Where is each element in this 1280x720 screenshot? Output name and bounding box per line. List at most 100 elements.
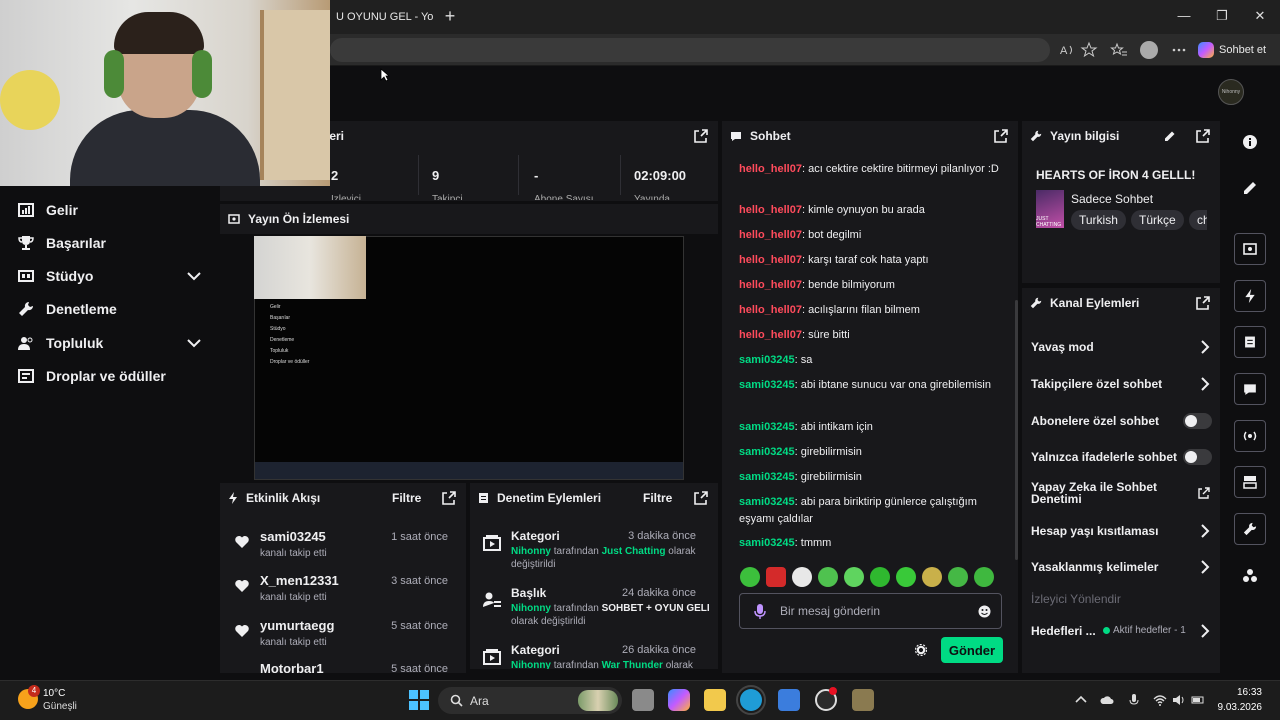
sidebar-item-studyo[interactable]: Stüdyo [18, 264, 204, 288]
info-icon[interactable] [1242, 134, 1258, 150]
emote-icon[interactable] [974, 567, 994, 587]
chevron-right-icon[interactable] [1198, 624, 1212, 638]
chat-message-input[interactable]: Bir mesaj gönderin [739, 593, 1002, 629]
emote-icon[interactable] [870, 567, 890, 587]
chat-username[interactable]: hello_hell07 [739, 329, 802, 341]
cloud-icon[interactable] [1100, 693, 1114, 707]
copilot-app-icon[interactable] [668, 689, 690, 711]
rail-broadcast-button[interactable] [1234, 420, 1266, 452]
send-message-button[interactable]: Gönder [941, 637, 1003, 663]
rail-mod-actions-button[interactable] [1234, 326, 1266, 358]
popout-icon[interactable] [1196, 129, 1210, 143]
goals-action[interactable]: Hedefleri ... [1031, 624, 1096, 638]
favorites-icon[interactable] [1110, 41, 1128, 59]
popout-icon[interactable] [694, 491, 708, 505]
emote-icon[interactable] [818, 567, 838, 587]
chat-username[interactable]: hello_hell07 [739, 279, 802, 291]
sidebar-item-basarilar[interactable]: Başarılar [18, 231, 204, 255]
subscribers-only-toggle[interactable] [1183, 413, 1212, 429]
close-window-button[interactable]: ✕ [1250, 8, 1270, 26]
browser-tab[interactable]: U OYUNU GEL - Yo ✕ [326, 4, 434, 30]
edit-pencil-icon[interactable] [1242, 180, 1258, 196]
chevron-right-icon[interactable] [1198, 524, 1212, 538]
task-view-icon[interactable] [632, 689, 654, 711]
sidebar-item-droplar[interactable]: Droplar ve ödüller [18, 364, 204, 388]
windows-start-icon[interactable] [409, 690, 429, 710]
external-link-icon[interactable] [1198, 487, 1210, 499]
microphone-tray-icon[interactable] [1127, 693, 1141, 707]
rail-tools-button[interactable] [1234, 513, 1266, 545]
battery-icon[interactable] [1191, 693, 1205, 707]
stream-tag[interactable]: Türkçe [1131, 210, 1184, 230]
emote-icon[interactable] [792, 567, 812, 587]
rail-stream-info-button[interactable] [1234, 466, 1266, 498]
stream-tag[interactable]: Turkish [1071, 210, 1126, 230]
activity-username[interactable]: X_men12331 [260, 573, 339, 588]
chat-settings-gear-icon[interactable] [915, 644, 927, 656]
extensions-icon[interactable] [1242, 568, 1258, 584]
emote-icon[interactable] [922, 567, 942, 587]
minimize-button[interactable]: — [1174, 8, 1194, 26]
chat-username[interactable]: sami03245 [739, 379, 795, 391]
chevron-down-icon[interactable] [186, 268, 202, 284]
popout-icon[interactable] [994, 129, 1008, 143]
rail-chat-button[interactable] [1234, 373, 1266, 405]
activity-username[interactable]: sami03245 [260, 529, 326, 544]
maximize-button[interactable]: ❐ [1212, 8, 1232, 26]
edit-pencil-icon[interactable] [1164, 130, 1176, 142]
emote-icon[interactable] [766, 567, 786, 587]
emote-icon[interactable] [740, 567, 760, 587]
sidebar-item-gelir[interactable]: Gelir [18, 198, 204, 222]
chat-username[interactable]: hello_hell07 [739, 229, 802, 241]
sidebar-item-topluluk[interactable]: Topluluk [18, 331, 204, 355]
chat-username[interactable]: sami03245 [739, 471, 795, 483]
wifi-icon[interactable] [1153, 693, 1167, 707]
chat-username[interactable]: sami03245 [739, 446, 795, 458]
file-explorer-icon[interactable] [704, 689, 726, 711]
ai-moderation-action[interactable]: Yapay Zeka ile Sohbet Denetimi [1031, 481, 1181, 505]
weather-temperature[interactable]: 10°C [43, 688, 65, 699]
weather-description[interactable]: Güneşli [43, 701, 77, 712]
favorite-star-icon[interactable] [1080, 41, 1098, 59]
emote-only-toggle[interactable] [1183, 449, 1212, 465]
address-bar[interactable] [330, 38, 1050, 62]
chevron-down-icon[interactable] [186, 335, 202, 351]
chevron-right-icon[interactable] [1198, 560, 1212, 574]
microphone-icon[interactable] [754, 604, 766, 620]
banned-words-action[interactable]: Yasaklanmış kelimeler [1031, 560, 1158, 574]
emoji-picker-icon[interactable] [978, 605, 991, 618]
slow-mode-action[interactable]: Yavaş mod [1031, 340, 1094, 354]
chat-username[interactable]: hello_hell07 [739, 254, 802, 266]
chevron-right-icon[interactable] [1198, 377, 1212, 391]
category-box-art[interactable]: JUST CHATTING [1036, 190, 1064, 228]
channel-avatar[interactable]: Nihonny [1218, 79, 1244, 105]
popout-icon[interactable] [694, 129, 708, 143]
chevron-right-icon[interactable] [1198, 340, 1212, 354]
chat-username[interactable]: hello_hell07 [739, 204, 802, 216]
chat-scrollbar[interactable] [1015, 300, 1018, 560]
followers-only-action[interactable]: Takipçilere özel sohbet [1031, 377, 1162, 391]
rail-activity-button[interactable] [1234, 280, 1266, 312]
chevron-up-icon[interactable] [1074, 693, 1088, 707]
activity-username[interactable]: Motorbar1 [260, 661, 324, 673]
stream-tag[interactable]: ch [1189, 210, 1207, 230]
new-tab-button[interactable]: + [440, 6, 460, 26]
activity-filter-button[interactable]: Filtre [392, 491, 421, 505]
emote-icon[interactable] [896, 567, 916, 587]
chat-username[interactable]: sami03245 [739, 354, 795, 366]
more-options-icon[interactable] [1170, 41, 1188, 59]
chat-username[interactable]: hello_hell07 [739, 163, 802, 175]
emote-icon[interactable] [844, 567, 864, 587]
popout-icon[interactable] [1196, 296, 1210, 310]
mod-user[interactable]: Nihonny [511, 603, 551, 614]
copilot-button[interactable]: Sohbet et [1198, 38, 1273, 62]
chat-username[interactable]: hello_hell07 [739, 304, 802, 316]
mod-user[interactable]: Nihonny [511, 660, 551, 669]
activity-username[interactable]: yumurtaegg [260, 618, 334, 633]
account-age-action[interactable]: Hesap yaşı kısıtlaması [1031, 524, 1158, 538]
stream-category[interactable]: Sadece Sohbet [1071, 192, 1153, 206]
taskbar-clock-date[interactable]: 9.03.2026 [1208, 702, 1263, 713]
store-icon[interactable] [778, 689, 800, 711]
mod-filter-button[interactable]: Filtre [643, 491, 672, 505]
sidebar-item-denetleme[interactable]: Denetleme [18, 297, 204, 321]
